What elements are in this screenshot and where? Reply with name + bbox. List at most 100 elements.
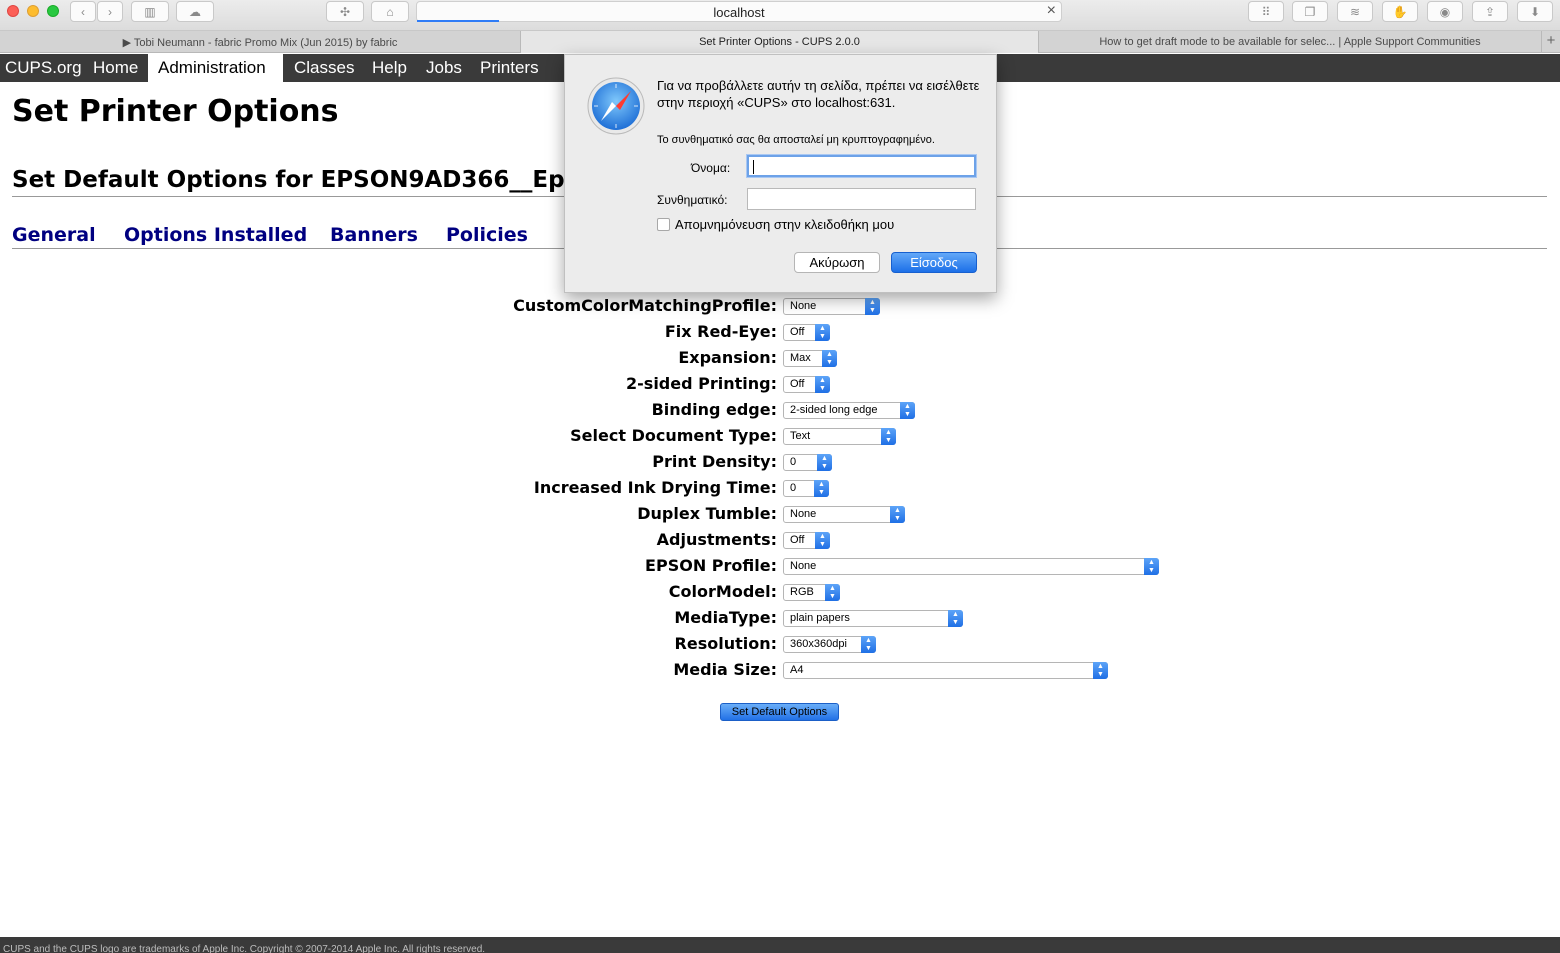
window-close-button[interactable] [7, 5, 19, 17]
select-value: 2-sided long edge [790, 404, 878, 416]
icloud-tabs-button[interactable]: ☁ [176, 1, 214, 22]
select-arrows-icon: ▲ ▼ [1093, 662, 1108, 679]
binding-edge-select[interactable]: 2-sided long edge ▲ ▼ [783, 402, 915, 419]
media-type-select[interactable]: plain papers ▲ ▼ [783, 610, 963, 627]
forward-button[interactable]: › [97, 1, 123, 22]
select-arrows-icon: ▲ ▼ [1144, 558, 1159, 575]
option-row: ColorModel: RGB ▲ ▼ [0, 582, 1560, 602]
nav-classes[interactable]: Classes [289, 54, 359, 82]
sidebar-icon: ▥ [144, 4, 156, 19]
color-model-select[interactable]: RGB ▲ ▼ [783, 584, 840, 601]
option-label: ColorModel: [668, 582, 777, 601]
nav-help[interactable]: Help [367, 54, 412, 82]
remember-checkbox[interactable] [657, 218, 670, 231]
select-arrows-icon: ▲ ▼ [814, 480, 829, 497]
password-field[interactable] [747, 188, 976, 210]
option-row: Media Size: A4 ▲ ▼ [0, 660, 1560, 680]
select-value: 0 [790, 456, 797, 468]
tab-apple-support[interactable]: How to get draft mode to be available fo… [1039, 31, 1542, 53]
link-banners[interactable]: Banners [330, 224, 418, 246]
new-tab-button[interactable]: + [1542, 31, 1560, 53]
select-arrows-icon: ▲ ▼ [900, 402, 915, 419]
adblock-button[interactable]: ◉ [1427, 1, 1463, 22]
select-value: None [790, 300, 817, 312]
option-row: Increased Ink Drying Time: 0 ▲ ▼ [0, 478, 1560, 498]
option-label: Fix Red-Eye: [664, 322, 777, 341]
option-row: Expansion: Max ▲ ▼ [0, 348, 1560, 368]
option-row: Duplex Tumble: None ▲ ▼ [0, 504, 1560, 524]
select-value: None [790, 508, 817, 520]
link-policies[interactable]: Policies [446, 224, 528, 246]
safari-compass-icon [587, 77, 645, 135]
print-density-select[interactable]: 0 ▲ ▼ [783, 454, 832, 471]
hand-icon: ✋ [1392, 4, 1408, 19]
fix-red-eye-select[interactable]: Off ▲ ▼ [783, 324, 830, 341]
link-general[interactable]: General [12, 224, 96, 246]
option-row: MediaType: plain papers ▲ ▼ [0, 608, 1560, 628]
login-button[interactable]: Είσοδος [891, 252, 977, 273]
select-value: RGB [790, 586, 814, 598]
document-type-select[interactable]: Text ▲ ▼ [783, 428, 896, 445]
downloads-button[interactable]: ⬇ [1517, 1, 1553, 22]
select-arrows-icon: ▲ ▼ [815, 532, 830, 549]
select-value: Off [790, 534, 805, 546]
select-arrows-icon: ▲ ▼ [881, 428, 896, 445]
option-label: Duplex Tumble: [637, 504, 777, 523]
two-sided-printing-select[interactable]: Off ▲ ▼ [783, 376, 830, 393]
auth-note: Το συνθηματικό σας θα αποσταλεί μη κρυπτ… [657, 134, 935, 146]
ink-drying-time-select[interactable]: 0 ▲ ▼ [783, 480, 829, 497]
nav-cups-org[interactable]: CUPS.org [0, 54, 87, 82]
hand-extension-button[interactable]: ✋ [1382, 1, 1418, 22]
nav-jobs[interactable]: Jobs [421, 54, 467, 82]
window-minimize-button[interactable] [27, 5, 39, 17]
adjustments-select[interactable]: Off ▲ ▼ [783, 532, 830, 549]
sidebar-button[interactable]: ▥ [131, 1, 169, 22]
select-value: None [790, 560, 817, 572]
auth-message: Για να προβάλλετε αυτήν τη σελίδα, πρέπε… [657, 78, 980, 110]
option-label: Print Density: [652, 452, 777, 471]
resolution-select[interactable]: 360x360dpi ▲ ▼ [783, 636, 876, 653]
cancel-button[interactable]: Ακύρωση [794, 252, 880, 273]
select-value: Off [790, 326, 805, 338]
select-value: 360x360dpi [790, 638, 847, 650]
window-zoom-button[interactable] [47, 5, 59, 17]
expansion-select[interactable]: Max ▲ ▼ [783, 350, 837, 367]
nav-home[interactable]: Home [88, 54, 143, 82]
username-field[interactable] [747, 155, 976, 177]
back-button[interactable]: ‹ [70, 1, 96, 22]
custom-color-matching-profile-select[interactable]: None ▲ ▼ [783, 298, 880, 315]
grid-icon: ⠿ [1261, 4, 1271, 19]
nav-administration[interactable]: Administration [148, 54, 283, 82]
layers-extension-button[interactable]: ≋ [1337, 1, 1373, 22]
remember-label[interactable]: Απομνημόνευση στην κλειδοθήκη μου [675, 217, 894, 232]
select-arrows-icon: ▲ ▼ [890, 506, 905, 523]
select-value: plain papers [790, 612, 850, 624]
option-label: Media Size: [673, 660, 777, 679]
nav-printers[interactable]: Printers [475, 54, 544, 82]
link-options-installed[interactable]: Options Installed [124, 224, 307, 246]
tab-fabric-mix[interactable]: ▶ Tobi Neumann - fabric Promo Mix (Jun 2… [0, 31, 521, 53]
set-default-options-button[interactable]: Set Default Options [720, 703, 839, 721]
option-row: Select Document Type: Text ▲ ▼ [0, 426, 1560, 446]
epson-profile-select[interactable]: None ▲ ▼ [783, 558, 1159, 575]
select-arrows-icon: ▲ ▼ [822, 350, 837, 367]
media-size-select[interactable]: A4 ▲ ▼ [783, 662, 1108, 679]
home-button[interactable]: ⌂ [371, 1, 409, 22]
text-caret [753, 160, 754, 174]
duplex-tumble-select[interactable]: None ▲ ▼ [783, 506, 905, 523]
name-label: Όνομα: [691, 161, 731, 175]
password-label: Συνθηματικό: [657, 193, 728, 207]
home-icon: ⌂ [386, 4, 394, 19]
top-sites-button[interactable]: ✣ [326, 1, 364, 22]
tab-cups-options[interactable]: Set Printer Options - CUPS 2.0.0 [521, 31, 1039, 53]
option-row: Resolution: 360x360dpi ▲ ▼ [0, 634, 1560, 654]
tabs-overview-button[interactable]: ❐ [1292, 1, 1328, 22]
address-bar[interactable]: localhost × [416, 1, 1062, 22]
tab-label: How to get draft mode to be available fo… [1099, 36, 1481, 48]
extension-button[interactable]: ⠿ [1248, 1, 1284, 22]
select-value: Max [790, 352, 811, 364]
stop-loading-icon[interactable]: × [1047, 2, 1056, 20]
option-row: 2-sided Printing: Off ▲ ▼ [0, 374, 1560, 394]
share-button[interactable]: ⇪ [1472, 1, 1508, 22]
option-row: CustomColorMatchingProfile: None ▲ ▼ [0, 296, 1560, 316]
